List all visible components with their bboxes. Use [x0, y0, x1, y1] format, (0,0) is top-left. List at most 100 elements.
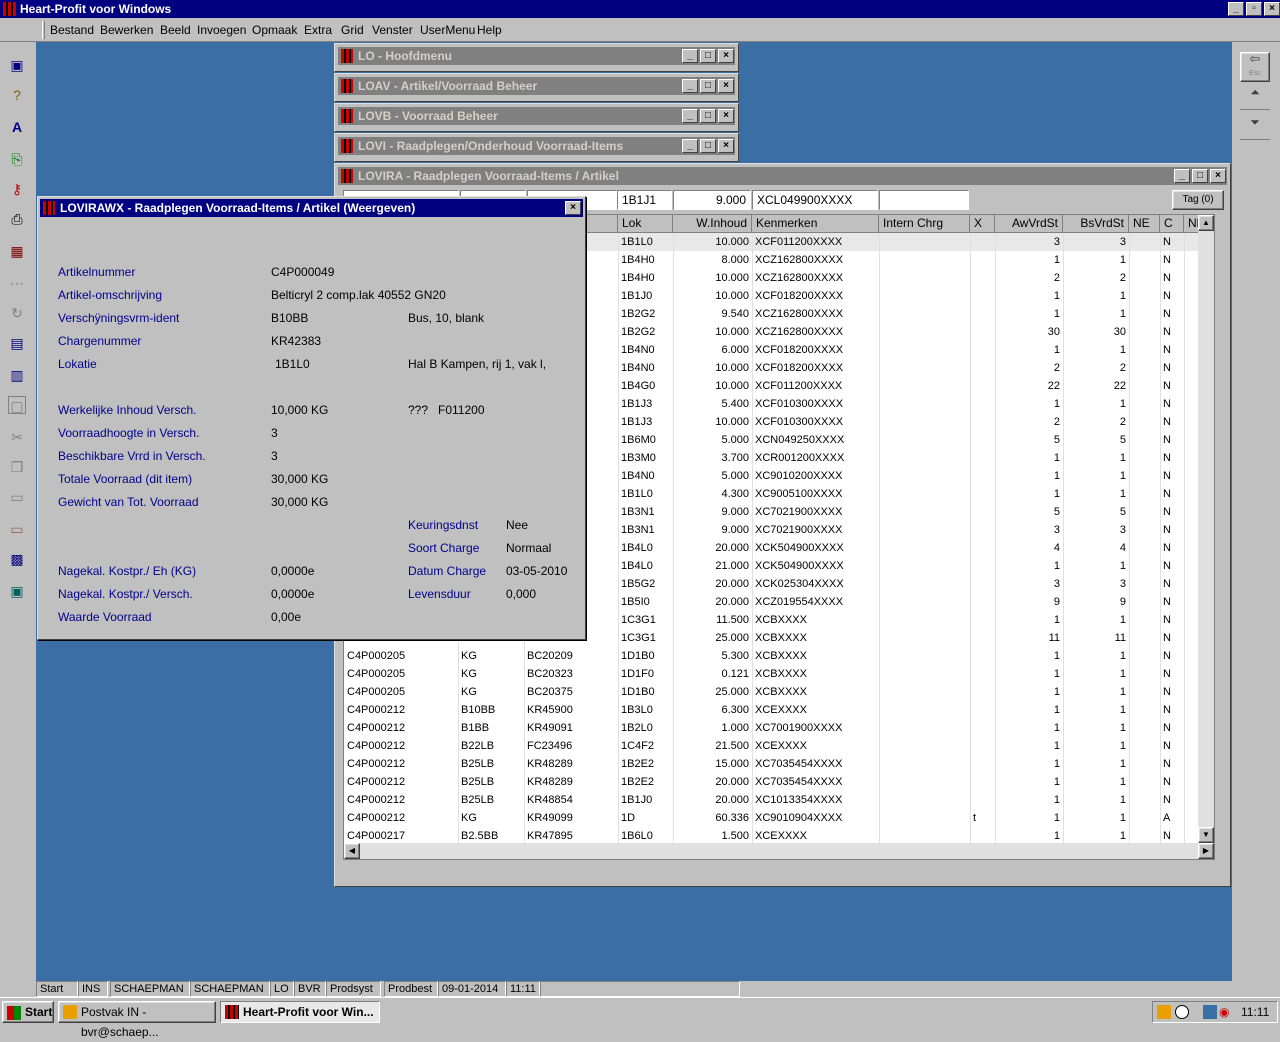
close-button[interactable]: × [718, 139, 734, 153]
window-icon[interactable]: ▢ [8, 396, 26, 414]
scroll-left-button[interactable]: ◀ [344, 843, 360, 859]
table-row[interactable]: C4P000212 B1BB KR49091 1B2L0 1.000 XC7001900X… [344, 719, 1198, 737]
cut-icon[interactable]: ✂ [8, 428, 26, 446]
table-row[interactable]: C4P000212 B25LB KR48289 1B2E2 15.000 XC703545… [344, 755, 1198, 773]
close-button[interactable]: × [718, 79, 734, 93]
restore-button[interactable]: ▫ [1246, 2, 1262, 16]
scroll-up-button[interactable]: ▲ [1198, 215, 1214, 231]
grid-header-awvrdst[interactable]: AwVrdSt [995, 215, 1063, 233]
minimize-button[interactable]: _ [682, 139, 698, 153]
table-row[interactable]: C4P000212 KG KR49099 1D 60.336 XC9010904XXXX t… [344, 809, 1198, 827]
menu-invoegen[interactable]: Invoegen [197, 23, 246, 37]
table-row[interactable]: C4P000212 B22LB FC23496 1C4F2 21.500 XCEXXXX 1… [344, 737, 1198, 755]
task-heartprofit[interactable]: Heart-Profit voor Win... [220, 1001, 380, 1023]
copy-icon[interactable]: ❐ [8, 458, 26, 476]
minimize-button[interactable]: _ [682, 79, 698, 93]
form-icon[interactable]: ▤ [8, 334, 26, 352]
grid-header-x[interactable]: X [970, 215, 995, 233]
tag-button[interactable]: Tag (0) [1172, 190, 1224, 210]
calc-icon[interactable]: ▦ [8, 242, 26, 260]
filter-inhoud-input[interactable]: 9.000 [673, 190, 751, 210]
dialog-logo-icon [43, 201, 55, 215]
filter-intern-input[interactable] [879, 190, 969, 210]
close-button[interactable]: × [718, 49, 734, 63]
window-lovb[interactable]: LOVB - Voorraad Beheer _ □ × [334, 103, 739, 132]
scroll-right-button[interactable]: ▶ [1198, 843, 1214, 859]
table-cell [1129, 521, 1160, 539]
menu-bestand[interactable]: Bestand [50, 23, 94, 37]
menu-opmaak[interactable]: Opmaak [252, 23, 297, 37]
minimize-button[interactable]: _ [682, 109, 698, 123]
key-icon[interactable]: ⚷ [8, 180, 26, 198]
close-button[interactable]: × [1264, 2, 1280, 16]
grid-header-bsvrdst[interactable]: BsVrdSt [1063, 215, 1129, 233]
table-row[interactable]: C4P000205 KG BC20323 1D1F0 0.121 XCBXXXX 1 1 N [344, 665, 1198, 683]
tray-clock[interactable]: 11:11 [1241, 1005, 1269, 1019]
new-doc-icon[interactable]: ▣ [8, 56, 26, 74]
start-button[interactable]: Start [2, 1001, 54, 1023]
spell-icon[interactable]: A [8, 118, 26, 136]
grid-header-inhoud[interactable]: W.Inhoud [673, 215, 752, 233]
table-cell [970, 251, 995, 269]
vertical-scrollbar[interactable]: ▲ ▼ [1198, 215, 1214, 843]
maximize-button[interactable]: □ [700, 49, 716, 63]
close-button[interactable]: × [718, 109, 734, 123]
window-lo[interactable]: LO - Hoofdmenu _ □ × [334, 43, 739, 72]
filter-kenmerken-input[interactable]: XCL049900XXXX [752, 190, 878, 210]
tray-panda-icon[interactable] [1175, 1005, 1189, 1019]
grid-header-lok[interactable]: Lok [618, 215, 673, 233]
preview-icon[interactable]: ▣ [8, 582, 26, 600]
horizontal-scrollbar[interactable]: ◀ ▶ [344, 843, 1214, 859]
window-lovi[interactable]: LOVI - Raadplegen/Onderhoud Voorraad-Ite… [334, 133, 739, 162]
task-outlook[interactable]: Postvak IN - bvr@schaep... [58, 1001, 216, 1039]
print-icon[interactable]: ⎙ [8, 210, 26, 228]
link-icon[interactable]: ⋯ [8, 274, 26, 292]
table-cell: C4P000205 [347, 668, 406, 680]
menu-venster[interactable]: Venster [372, 23, 413, 37]
grid-header-c[interactable]: C [1160, 215, 1184, 233]
maximize-button[interactable]: □ [700, 109, 716, 123]
table-cell: 1 [1053, 686, 1060, 698]
paste-special-icon[interactable]: ▭ [8, 520, 26, 538]
minimize-button[interactable]: _ [1228, 2, 1244, 16]
table-cell: 0.121 [721, 668, 749, 680]
grid-header-intern[interactable]: Intern Chrg [879, 215, 970, 233]
minimize-button[interactable]: _ [1174, 169, 1190, 183]
tray-network-icon[interactable] [1203, 1005, 1217, 1019]
export-icon[interactable]: ⎘ [8, 150, 26, 168]
minimize-button[interactable]: _ [682, 49, 698, 63]
refresh-icon[interactable]: ↻ [8, 304, 26, 322]
kostpr-v-value: 0,0000e [271, 587, 315, 601]
tray-outlook-icon[interactable] [1157, 1005, 1171, 1019]
grid-header-kenmerken[interactable]: Kenmerken [752, 215, 879, 233]
properties-icon[interactable]: ▩ [8, 550, 26, 568]
menu-bewerken[interactable]: Bewerken [100, 23, 153, 37]
filter-lok-input[interactable]: 1B1J1 [617, 190, 672, 210]
menu-help[interactable]: Help [477, 23, 502, 37]
table-row[interactable]: C4P000212 B10BB KR45900 1B3L0 6.300 XCEXXXX 1 1… [344, 701, 1198, 719]
menu-beeld[interactable]: Beeld [160, 23, 191, 37]
table-cell [879, 233, 970, 251]
maximize-button[interactable]: □ [700, 79, 716, 93]
close-button[interactable]: × [1210, 169, 1226, 183]
esc-button[interactable]: ⇦ Esc [1240, 52, 1270, 82]
page-up-button[interactable]: ⏶ [1240, 86, 1270, 110]
table-row[interactable]: C4P000205 KG BC20209 1D1B0 5.300 XCBXXXX 1 1 N [344, 647, 1198, 665]
dialog-close-button[interactable]: × [565, 201, 581, 215]
maximize-button[interactable]: □ [700, 139, 716, 153]
window-loav[interactable]: LOAV - Artikel/Voorraad Beheer _ □ × [334, 73, 739, 102]
menu-usermenu[interactable]: UserMenu [420, 23, 475, 37]
scroll-down-button[interactable]: ▼ [1198, 827, 1214, 843]
page-down-button[interactable]: ⏷ [1240, 116, 1270, 140]
table-row[interactable]: C4P000205 KG BC20375 1D1B0 25.000 XCBXXXX 1 1 N [344, 683, 1198, 701]
menu-extra[interactable]: Extra [304, 23, 332, 37]
table-row[interactable]: C4P000212 B25LB KR48289 1B2E2 20.000 XC703545… [344, 773, 1198, 791]
menu-grid[interactable]: Grid [341, 23, 364, 37]
maximize-button[interactable]: □ [1192, 169, 1208, 183]
paste-icon[interactable]: ▭ [8, 488, 26, 506]
tray-sound-icon[interactable]: ◉ [1219, 1005, 1233, 1019]
grid-header-ne[interactable]: NE [1129, 215, 1160, 233]
table-row[interactable]: C4P000212 B25LB KR48854 1B1J0 20.000 XC101335… [344, 791, 1198, 809]
report-icon[interactable]: ▥ [8, 366, 26, 384]
help-icon[interactable]: ? [8, 86, 26, 104]
